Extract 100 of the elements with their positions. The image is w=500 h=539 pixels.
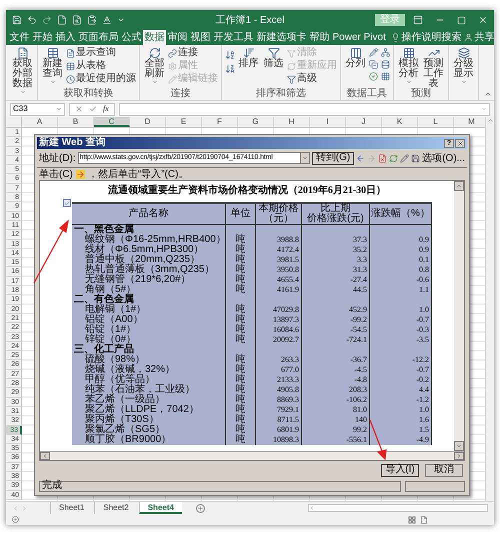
table-cell: 37.3 bbox=[302, 235, 370, 245]
options-button[interactable]: 选项(O)... bbox=[422, 150, 465, 166]
ribbon-button[interactable]: 筛选 bbox=[262, 47, 285, 69]
ribbon-tab[interactable]: 页面布局 bbox=[77, 30, 120, 45]
ribbon-button[interactable]: 显示查询 bbox=[66, 47, 136, 59]
add-sheet-icon[interactable] bbox=[196, 504, 205, 512]
close-button[interactable] bbox=[455, 138, 465, 148]
table-cell: 吨 bbox=[226, 305, 256, 315]
stop-icon[interactable] bbox=[378, 154, 388, 162]
cancel-button[interactable]: 取消 bbox=[425, 464, 463, 476]
sort-descending-icon[interactable] bbox=[225, 64, 235, 74]
new-file-icon[interactable] bbox=[57, 15, 67, 25]
ribbon-button[interactable]: 连接 bbox=[168, 47, 218, 59]
table-cell: 2133.3 bbox=[256, 375, 302, 385]
column-header[interactable]: G bbox=[238, 117, 274, 127]
column-header[interactable]: K bbox=[382, 117, 418, 127]
table-cell: 0.9 bbox=[370, 235, 432, 245]
page-title: 流通领域重要生产资料市场价格变动情况（2019年6月21-30日） bbox=[106, 183, 388, 198]
checkbox[interactable] bbox=[63, 199, 71, 207]
undo-icon[interactable] bbox=[27, 15, 37, 25]
ribbon-button[interactable]: 预测工作表 bbox=[422, 47, 445, 89]
cancel-icon[interactable] bbox=[75, 105, 83, 113]
tell-me-button[interactable]: 操作说明搜索 bbox=[389, 30, 464, 45]
ribbon-button[interactable]: 最近使用的源 bbox=[66, 73, 136, 85]
check-circle-icon[interactable] bbox=[369, 72, 378, 81]
ribbon-button[interactable]: 获取外部数据 bbox=[11, 47, 34, 95]
ribbon-tab[interactable]: 文件 bbox=[8, 30, 31, 45]
refresh-icon bbox=[287, 62, 296, 70]
table-cell: 47029.8 bbox=[256, 305, 302, 315]
table-cell: 3988.8 bbox=[256, 235, 302, 245]
database-icon[interactable] bbox=[381, 60, 390, 69]
table-cell: 吨 bbox=[226, 275, 256, 285]
ribbon-tab[interactable]: 视图 bbox=[189, 30, 212, 45]
table-cell: 吨 bbox=[226, 335, 256, 345]
ribbon-tab[interactable]: 审阅 bbox=[166, 30, 189, 45]
vertical-scrollbar[interactable] bbox=[485, 117, 494, 501]
import-button[interactable]: 导入(I) bbox=[381, 464, 419, 476]
macro-record-icon[interactable] bbox=[12, 516, 19, 523]
ribbon-tab[interactable]: 插入 bbox=[54, 30, 77, 45]
scroll-left-icon bbox=[309, 505, 315, 511]
go-button[interactable]: 转到(G) bbox=[312, 152, 354, 164]
page-layout-icon[interactable] bbox=[420, 516, 428, 524]
caret-icon bbox=[20, 89, 26, 95]
ribbon-button[interactable]: 高级 bbox=[287, 73, 337, 85]
close-icon[interactable] bbox=[478, 15, 488, 25]
ribbon-tab[interactable]: 新建选项卡 bbox=[255, 30, 308, 45]
paste-icon[interactable] bbox=[87, 15, 97, 25]
customize-icon[interactable] bbox=[117, 16, 125, 24]
network-icon[interactable] bbox=[381, 48, 390, 57]
ribbon-button[interactable]: 分级显示 bbox=[452, 47, 475, 85]
print-preview-icon[interactable] bbox=[72, 15, 82, 25]
collapse-ribbon-icon[interactable] bbox=[484, 90, 492, 98]
formula-input[interactable] bbox=[118, 102, 490, 116]
ribbon-button[interactable]: 模拟分析 bbox=[397, 47, 420, 85]
maximize-icon[interactable] bbox=[457, 16, 466, 24]
ribbon-tab[interactable]: 数据 bbox=[143, 30, 166, 45]
column-header[interactable]: J bbox=[346, 117, 382, 127]
column-header[interactable]: A bbox=[22, 117, 58, 127]
vertical-scrollbar[interactable] bbox=[454, 181, 464, 451]
enter-icon[interactable] bbox=[89, 105, 97, 113]
table-cell: 263.3 bbox=[256, 355, 302, 365]
column-header[interactable]: E bbox=[166, 117, 202, 127]
ribbon-display-icon[interactable] bbox=[413, 15, 423, 25]
column-header[interactable]: H bbox=[274, 117, 310, 127]
insert-function-button[interactable]: fx bbox=[103, 103, 109, 115]
horizontal-scrollbar[interactable] bbox=[308, 504, 488, 512]
column-header[interactable]: L bbox=[418, 117, 454, 127]
back-icon[interactable] bbox=[356, 154, 366, 162]
table-cell: -724.1 bbox=[302, 335, 370, 345]
save-icon[interactable] bbox=[411, 154, 420, 162]
font-color-icon[interactable] bbox=[102, 15, 112, 25]
name-box[interactable]: C33 bbox=[10, 102, 65, 116]
column-header[interactable]: D bbox=[130, 117, 166, 127]
ribbon-tab[interactable]: 开始 bbox=[31, 30, 54, 45]
horizontal-scrollbar[interactable] bbox=[40, 451, 464, 460]
ribbon-tab[interactable]: 开发工具 bbox=[212, 30, 255, 45]
share-button[interactable]: 共享 bbox=[463, 30, 496, 45]
expand-icon bbox=[481, 106, 487, 112]
sort-ascending-icon[interactable] bbox=[225, 50, 235, 60]
sheet-tab[interactable]: Sheet4 bbox=[138, 502, 182, 514]
column-header[interactable]: I bbox=[310, 117, 346, 127]
ribbon-button[interactable]: 排序 bbox=[237, 47, 260, 69]
table-cell: 吨 bbox=[226, 355, 256, 365]
table-cell: -54.5 bbox=[302, 325, 370, 335]
ribbon-tab[interactable]: Power Pivot bbox=[331, 30, 388, 45]
column-header[interactable]: F bbox=[202, 117, 238, 127]
refresh-icon[interactable] bbox=[389, 154, 398, 162]
ribbon-button[interactable]: 新建查询 bbox=[41, 47, 64, 85]
ribbon-tab[interactable]: 帮助 bbox=[308, 30, 331, 45]
duplicate-icon[interactable] bbox=[369, 60, 378, 69]
ribbon-button[interactable]: 全部刷新 bbox=[143, 47, 166, 85]
ribbon-tab[interactable]: 公式 bbox=[120, 30, 143, 45]
normal-view-icon[interactable] bbox=[408, 516, 416, 524]
pencil-icon[interactable] bbox=[369, 48, 378, 57]
table-cell: 锌锭（0#） bbox=[72, 335, 226, 345]
ribbon-button[interactable]: 分列 bbox=[344, 47, 367, 69]
ribbon-button[interactable]: 从表格 bbox=[66, 60, 136, 72]
column-header[interactable]: C bbox=[94, 117, 130, 127]
pencil-icon[interactable] bbox=[400, 154, 410, 162]
grid-icon[interactable] bbox=[381, 72, 390, 81]
